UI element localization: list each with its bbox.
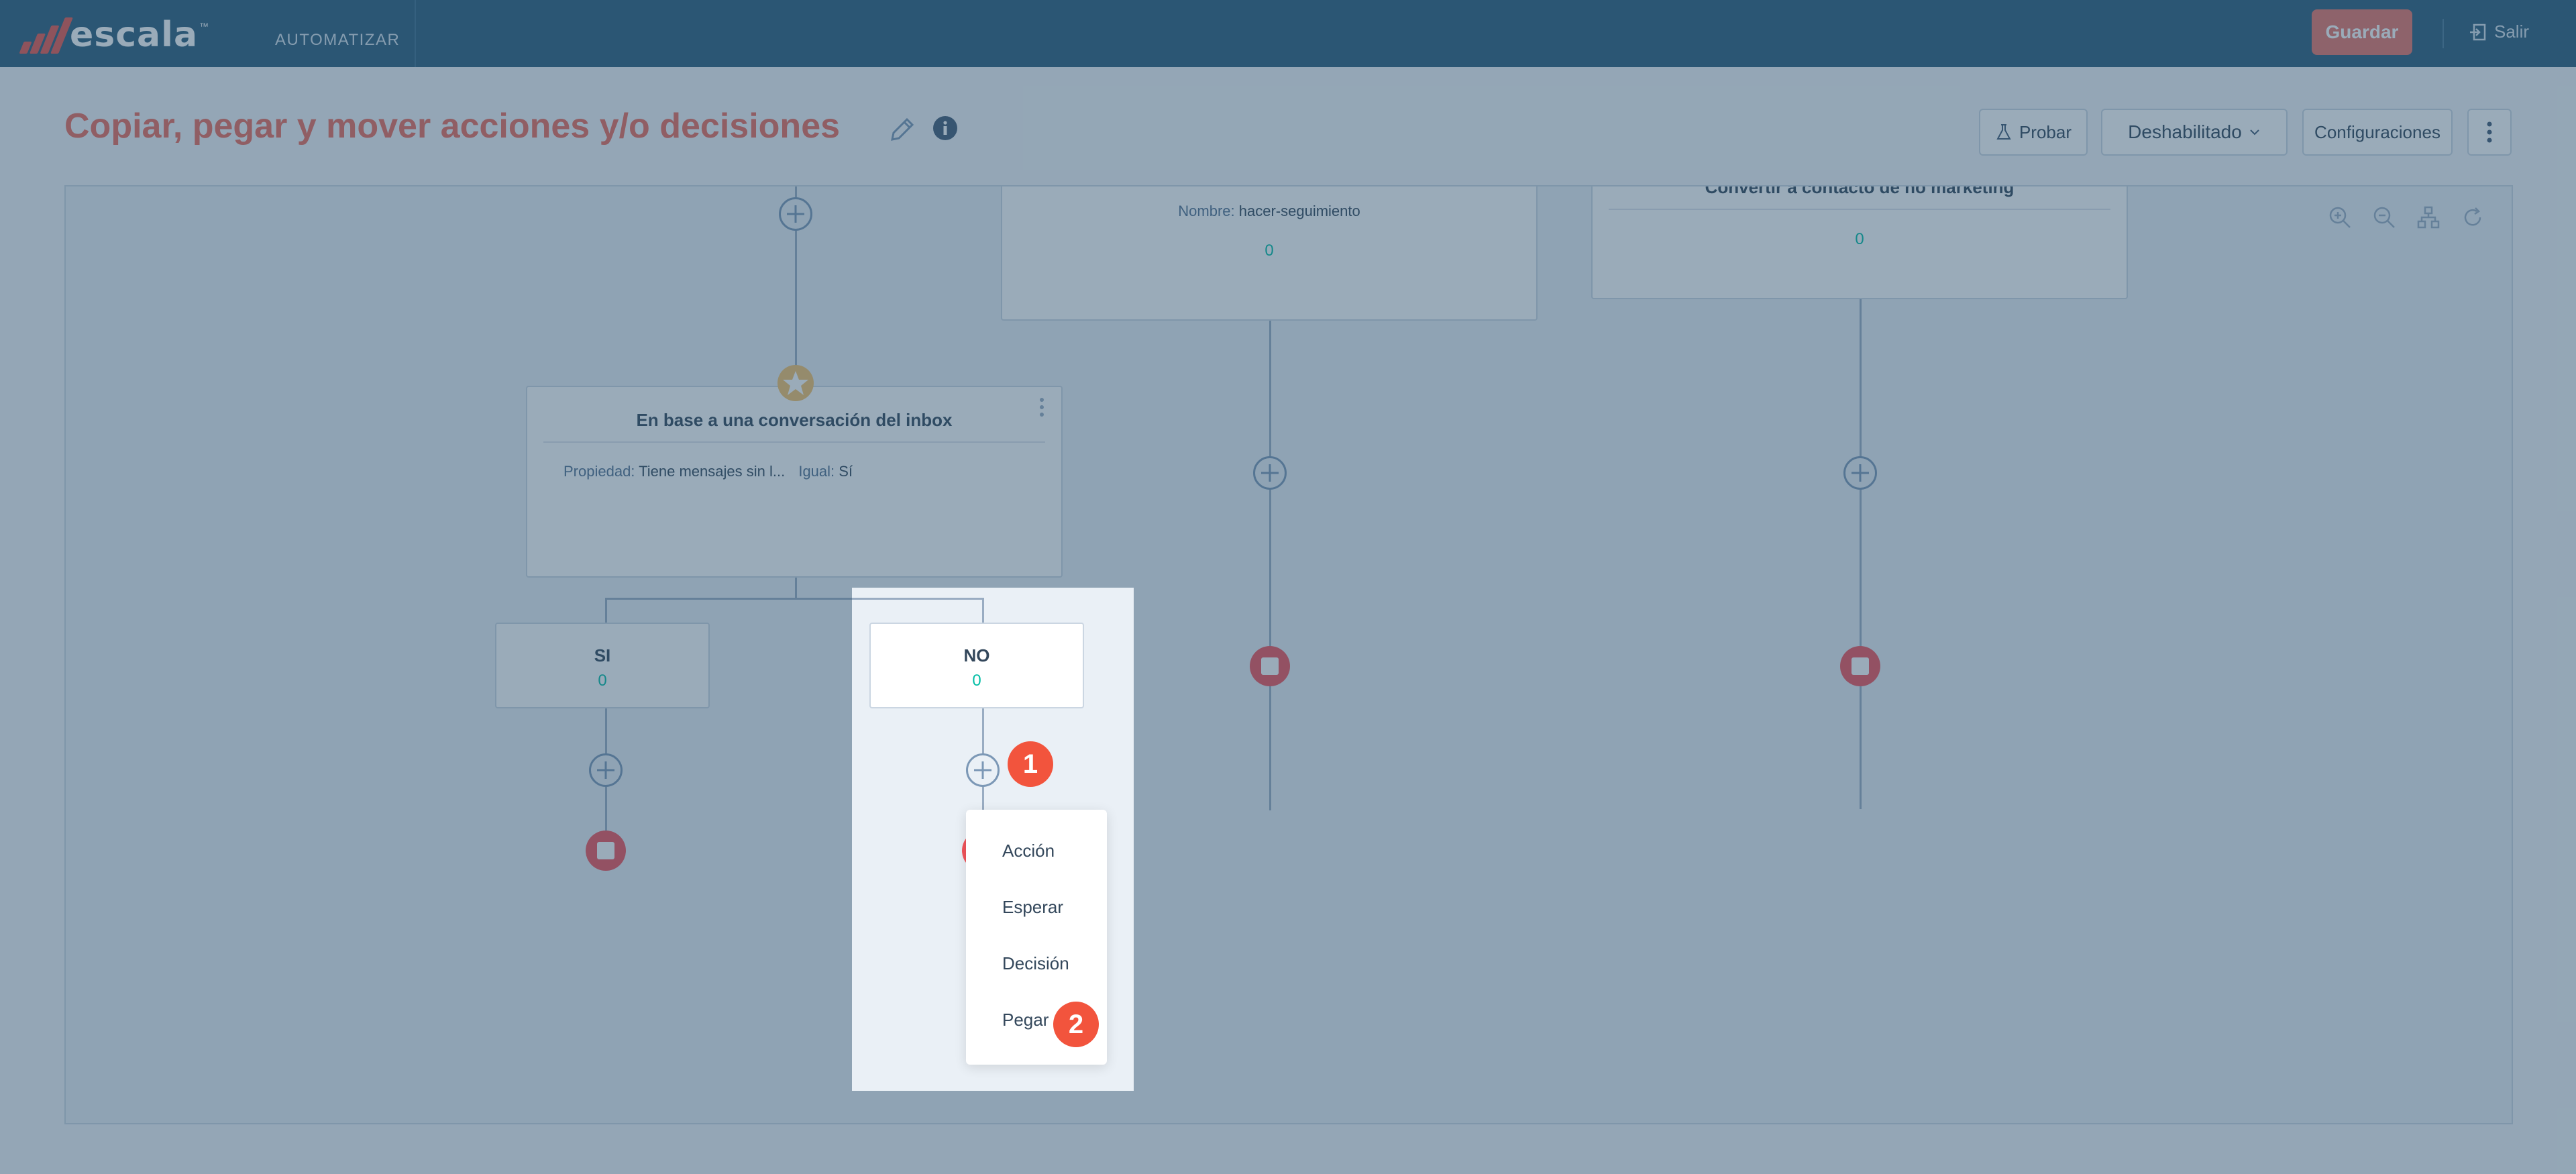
branch-no-count: 0 — [972, 672, 981, 690]
overlay-right — [1134, 588, 2576, 1091]
branch-no-label: NO — [963, 645, 990, 665]
overlay-top — [0, 0, 2576, 588]
menu-item-esperar[interactable]: Esperar — [1002, 897, 1063, 918]
connector-line — [982, 598, 984, 625]
step-2-badge: 2 — [1053, 1002, 1099, 1047]
step-1-badge: 1 — [1008, 741, 1053, 787]
add-step-button-no-branch[interactable] — [966, 753, 1000, 787]
menu-item-decision[interactable]: Decisión — [1002, 953, 1069, 974]
overlay-bottom — [0, 1091, 2576, 1174]
branch-no-card[interactable]: NO 0 — [869, 623, 1084, 708]
menu-item-pegar[interactable]: Pegar — [1002, 1010, 1049, 1030]
menu-item-accion[interactable]: Acción — [1002, 841, 1055, 861]
overlay-left — [0, 588, 852, 1091]
